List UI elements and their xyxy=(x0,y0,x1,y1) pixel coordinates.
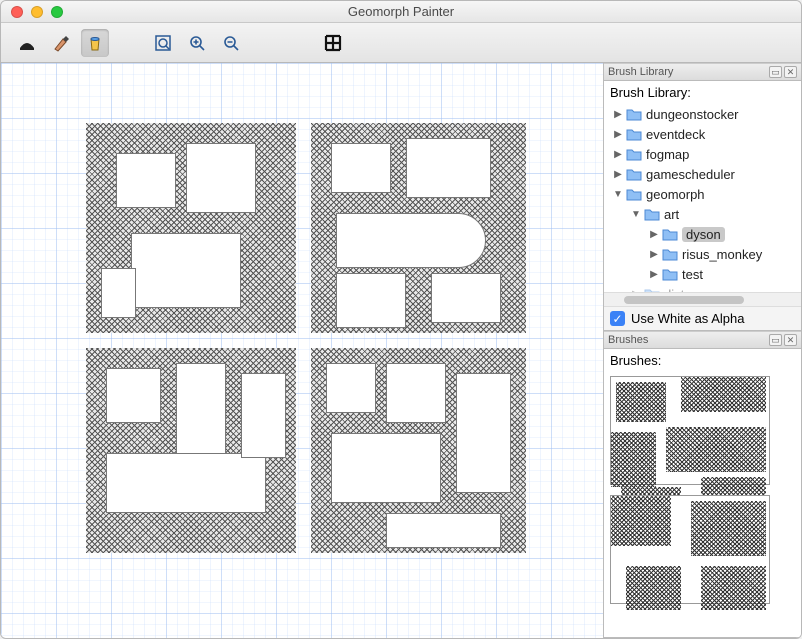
disclosure-right-icon[interactable]: ▶ xyxy=(648,269,660,280)
tree-item-label: test xyxy=(682,267,703,282)
canvas[interactable] xyxy=(1,63,604,638)
zoom-fit-button[interactable] xyxy=(149,29,177,57)
folder-icon xyxy=(662,248,678,261)
brushes-list[interactable] xyxy=(604,370,801,610)
folder-icon xyxy=(626,128,642,141)
tree-item-risus_monkey[interactable]: ▶ risus_monkey xyxy=(606,244,799,264)
panel-popout-button[interactable]: ▭ xyxy=(769,334,782,346)
grid-icon xyxy=(323,33,343,53)
brush-library-panel-header[interactable]: Brush Library ▭ ✕ xyxy=(604,63,801,81)
folder-icon xyxy=(662,228,678,241)
tree-item-dist[interactable]: ▶ dist xyxy=(606,284,799,292)
tree-item-dyson[interactable]: ▶ dyson xyxy=(606,224,799,244)
tree-item-label: art xyxy=(664,207,679,222)
disclosure-right-icon[interactable]: ▶ xyxy=(612,169,624,180)
right-sidebar: Brush Library ▭ ✕ Brush Library: ▶ dungeo… xyxy=(604,63,801,638)
bucket-tool-button[interactable] xyxy=(81,29,109,57)
disclosure-right-icon[interactable]: ▶ xyxy=(648,229,660,240)
paint-bucket-icon xyxy=(85,33,105,53)
tree-item-label: dungeonstocker xyxy=(646,107,739,122)
zoom-in-button[interactable] xyxy=(183,29,211,57)
folder-icon xyxy=(626,108,642,121)
window-title: Geomorph Painter xyxy=(1,4,801,19)
brush-library-panel-title: Brush Library xyxy=(608,66,673,78)
tree-item-label: fogmap xyxy=(646,147,689,162)
maximize-window-button[interactable] xyxy=(51,6,63,18)
disclosure-right-icon[interactable]: ▶ xyxy=(612,149,624,160)
tree-item-eventdeck[interactable]: ▶ eventdeck xyxy=(606,124,799,144)
content-area: Brush Library ▭ ✕ Brush Library: ▶ dungeo… xyxy=(1,63,801,638)
panel-close-button[interactable]: ✕ xyxy=(784,66,797,78)
brush-library-tree[interactable]: ▶ dungeonstocker ▶ eventdeck ▶ fogmap ▶ gamesch… xyxy=(604,102,801,292)
zoom-out-button[interactable] xyxy=(217,29,245,57)
window-controls xyxy=(1,6,63,18)
tree-item-label: geomorph xyxy=(646,187,705,202)
paintbrush-icon xyxy=(51,34,71,52)
disclosure-right-icon[interactable]: ▶ xyxy=(630,289,642,293)
brush-thumb-1[interactable] xyxy=(610,376,770,485)
tree-item-label: dist xyxy=(664,287,684,293)
tree-item-label: gamescheduler xyxy=(646,167,735,182)
map-artwork xyxy=(86,123,526,553)
disclosure-right-icon[interactable]: ▶ xyxy=(612,109,624,120)
tree-h-scrollbar[interactable] xyxy=(604,292,801,306)
disclosure-down-icon[interactable]: ▼ xyxy=(612,189,624,200)
folder-icon xyxy=(626,168,642,181)
folder-icon xyxy=(626,148,642,161)
brushes-panel-header[interactable]: Brushes ▭ ✕ xyxy=(604,331,801,349)
tree-item-fogmap[interactable]: ▶ fogmap xyxy=(606,144,799,164)
folder-icon xyxy=(644,288,660,293)
close-window-button[interactable] xyxy=(11,6,23,18)
disclosure-right-icon[interactable]: ▶ xyxy=(648,249,660,260)
disclosure-down-icon[interactable]: ▼ xyxy=(630,209,642,220)
brushes-heading: Brushes: xyxy=(604,349,801,370)
tree-item-gamescheduler[interactable]: ▶ gamescheduler xyxy=(606,164,799,184)
disclosure-right-icon[interactable]: ▶ xyxy=(612,129,624,140)
tree-item-art[interactable]: ▼ art xyxy=(606,204,799,224)
use-white-as-alpha-row[interactable]: ✓ Use White as Alpha xyxy=(604,306,801,330)
tree-item-label: eventdeck xyxy=(646,127,705,142)
stamp-icon xyxy=(17,34,37,52)
zoom-fit-icon xyxy=(153,33,173,53)
app-window: Geomorph Painter xyxy=(0,0,802,639)
brush-library-heading: Brush Library: xyxy=(604,81,801,102)
tree-item-geomorph[interactable]: ▼ geomorph xyxy=(606,184,799,204)
folder-icon xyxy=(644,208,660,221)
panel-popout-button[interactable]: ▭ xyxy=(769,66,782,78)
brush-tool-button[interactable] xyxy=(47,29,75,57)
minimize-window-button[interactable] xyxy=(31,6,43,18)
toolbar xyxy=(1,23,801,63)
panel-close-button[interactable]: ✕ xyxy=(784,334,797,346)
tree-item-label: risus_monkey xyxy=(682,247,762,262)
brushes-panel-title: Brushes xyxy=(608,334,648,346)
brush-thumb-2[interactable] xyxy=(610,495,770,604)
zoom-out-icon xyxy=(221,33,241,53)
zoom-in-icon xyxy=(187,33,207,53)
stamp-tool-button[interactable] xyxy=(13,29,41,57)
checkbox-checked-icon: ✓ xyxy=(610,311,625,326)
grid-toggle-button[interactable] xyxy=(319,29,347,57)
tree-item-label: dyson xyxy=(682,227,725,242)
folder-icon xyxy=(662,268,678,281)
titlebar[interactable]: Geomorph Painter xyxy=(1,1,801,23)
folder-icon xyxy=(626,188,642,201)
tree-item-dungeonstocker[interactable]: ▶ dungeonstocker xyxy=(606,104,799,124)
use-white-as-alpha-label: Use White as Alpha xyxy=(631,311,744,326)
tree-item-test[interactable]: ▶ test xyxy=(606,264,799,284)
